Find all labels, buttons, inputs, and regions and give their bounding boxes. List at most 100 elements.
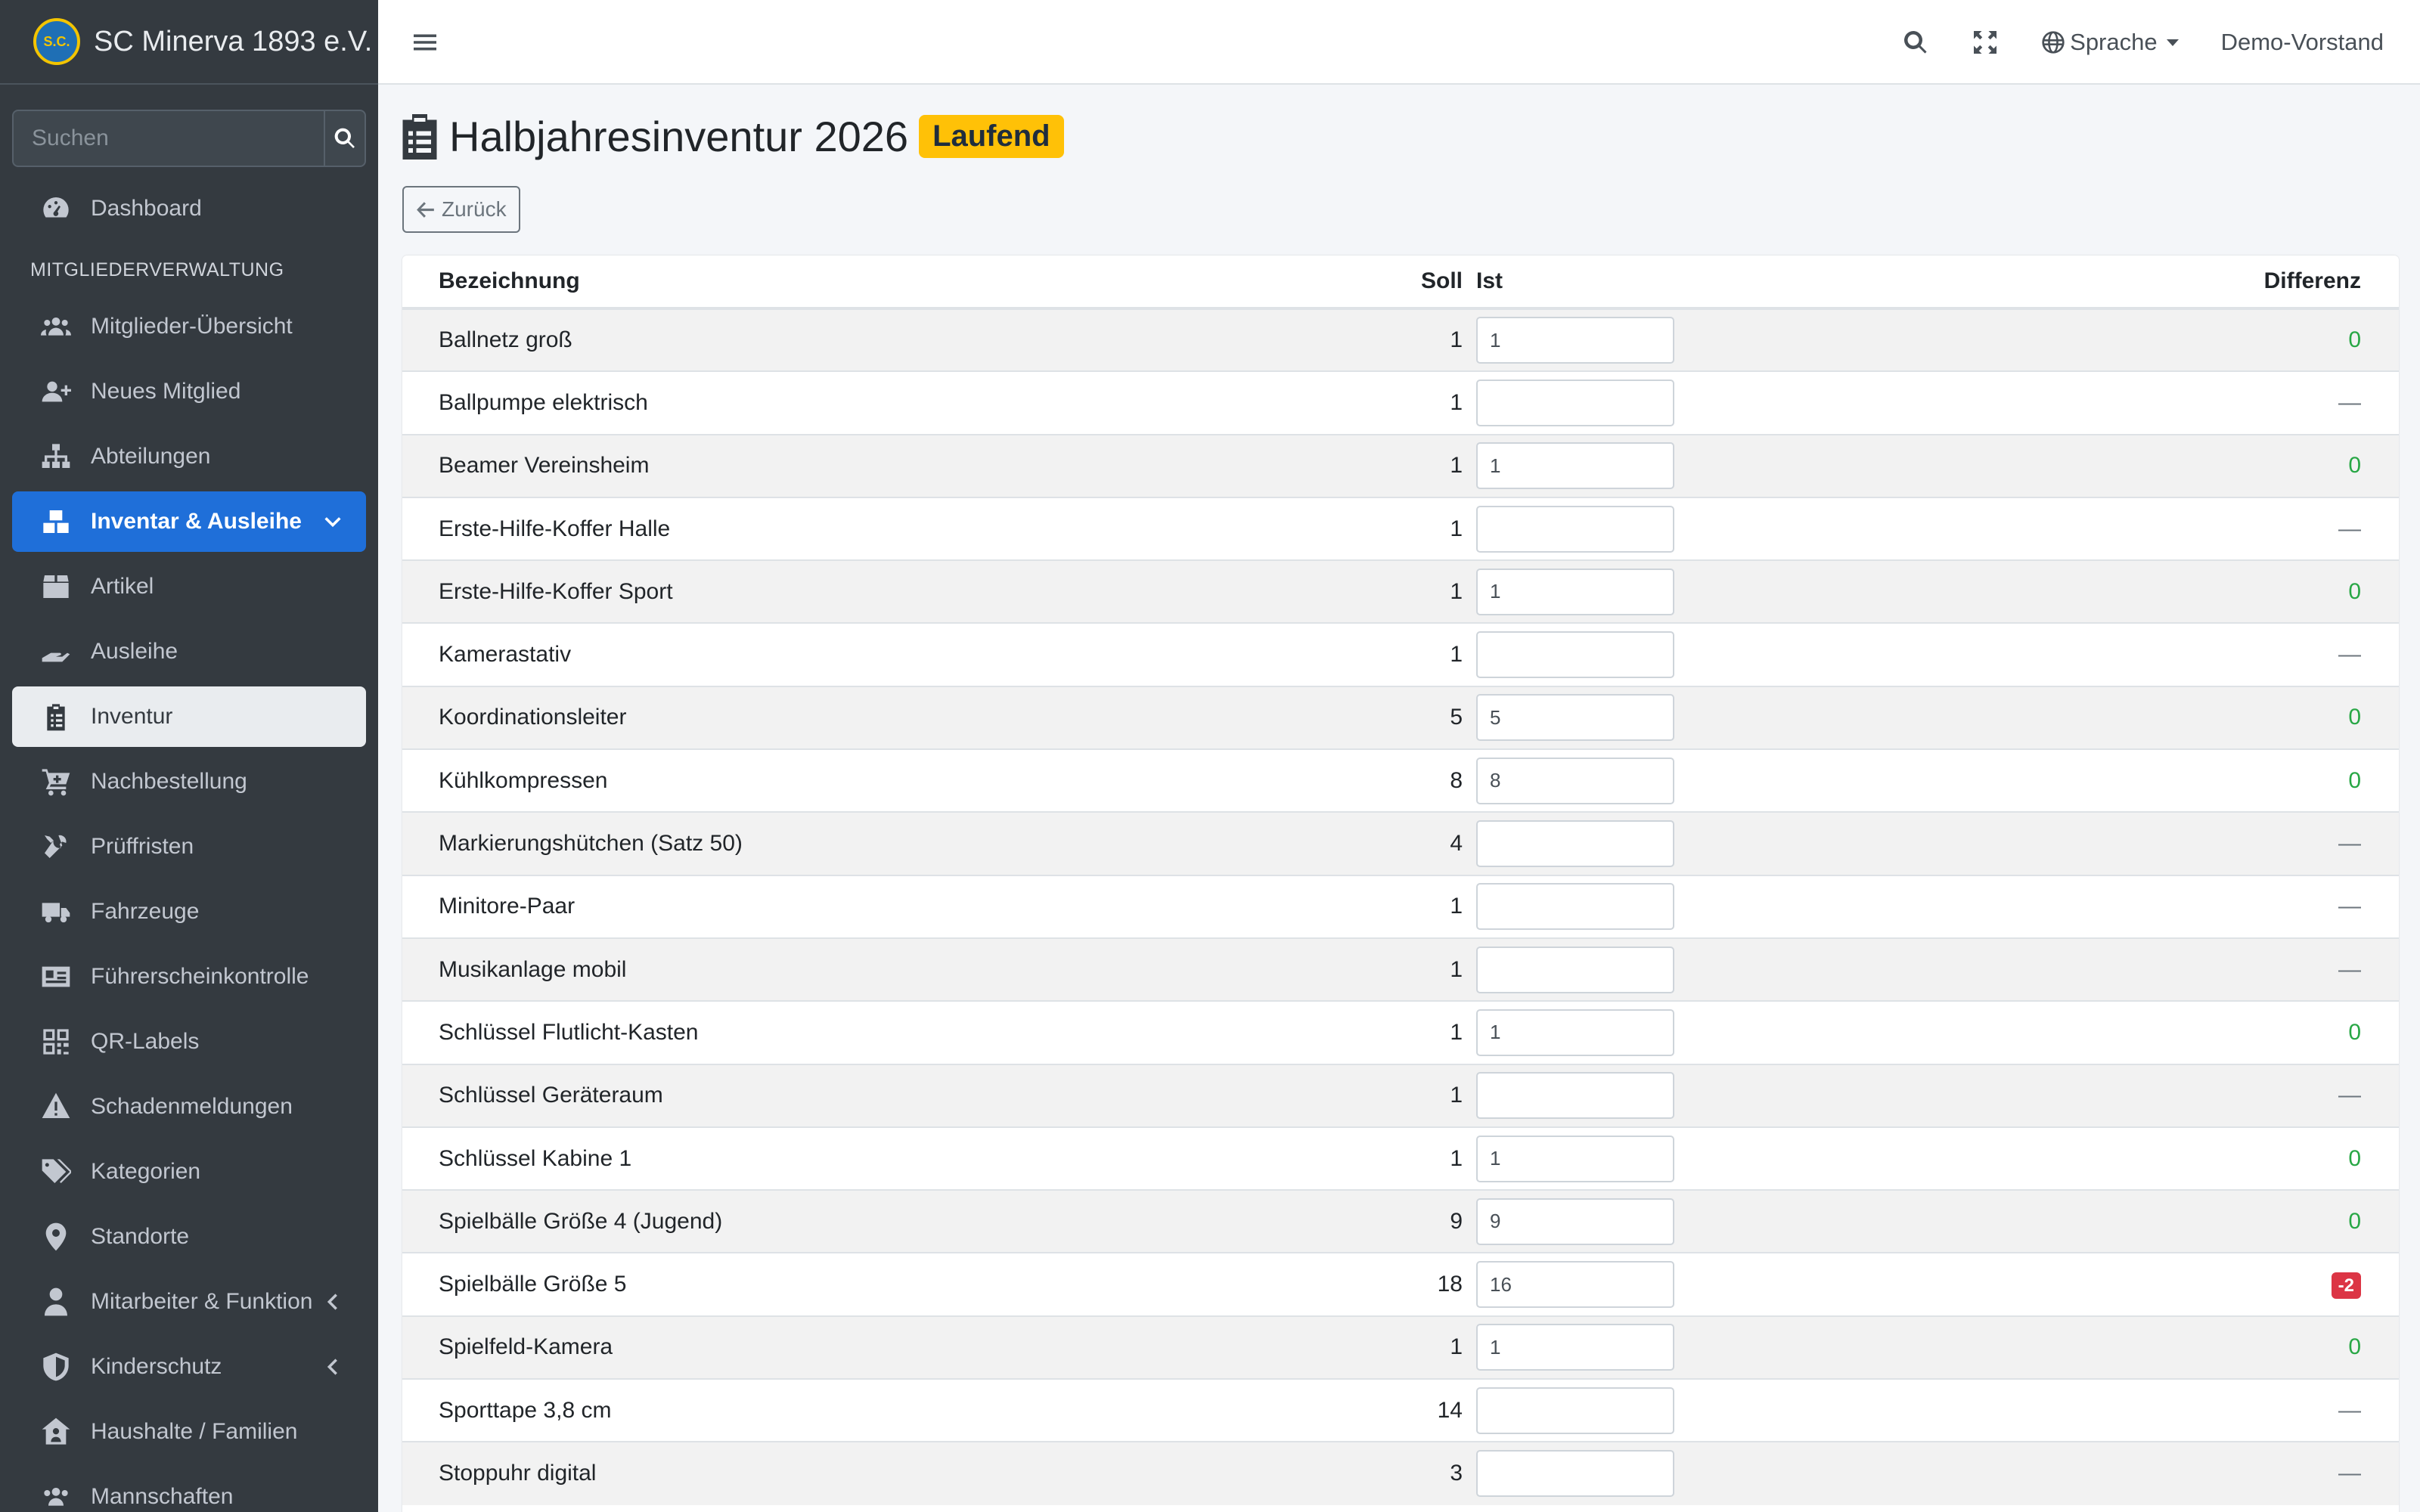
- item-ist-cell: [1476, 686, 2081, 749]
- ist-count-input[interactable]: [1476, 379, 1674, 426]
- fullscreen-icon[interactable]: [1972, 29, 1999, 56]
- item-ist-cell: [1476, 1442, 2081, 1504]
- table-row: Schlüssel Kabine 1 1 0: [402, 1126, 2399, 1190]
- ist-count-input[interactable]: [1476, 317, 1674, 364]
- sidebar-item-inventory-lending[interactable]: Inventar & Ausleihe: [12, 491, 366, 552]
- diff-empty: —: [2338, 956, 2361, 982]
- sidebar-item-vehicles[interactable]: Fahrzeuge: [12, 881, 366, 942]
- diff-empty: —: [2338, 894, 2361, 919]
- item-ist-cell: [1476, 560, 2081, 623]
- item-ist-cell: [1476, 1001, 2081, 1064]
- globe-icon: [2042, 31, 2065, 54]
- ist-count-input[interactable]: [1476, 1387, 1674, 1434]
- ist-count-input[interactable]: [1476, 1009, 1674, 1056]
- page-title-text: Halbjahresinventur 2026: [449, 113, 909, 160]
- menu-toggle-icon[interactable]: [411, 29, 439, 56]
- user-menu[interactable]: Demo-Vorstand: [2221, 29, 2384, 56]
- item-soll: 1: [1450, 1083, 1463, 1108]
- search-icon: [334, 128, 355, 148]
- sidebar-item-articles[interactable]: Artikel: [12, 556, 366, 617]
- diff-value: 0: [2348, 1334, 2361, 1360]
- ist-count-input[interactable]: [1476, 505, 1674, 553]
- table-row: Kamerastativ 1 —: [402, 623, 2399, 686]
- ist-count-input[interactable]: [1476, 1072, 1674, 1120]
- sidebar-search-input[interactable]: [12, 110, 324, 167]
- sidebar-item-child-protection[interactable]: Kinderschutz: [12, 1337, 366, 1397]
- sidebar-item-teams[interactable]: Mannschaften: [12, 1467, 366, 1512]
- sidebar-item-damage-reports[interactable]: Schadenmeldungen: [12, 1077, 366, 1137]
- diff-empty: —: [2338, 642, 2361, 668]
- item-ist-cell: [1476, 435, 2081, 497]
- ist-count-input[interactable]: [1476, 694, 1674, 742]
- ist-count-input[interactable]: [1476, 442, 1674, 490]
- item-soll: 1: [1450, 1019, 1463, 1045]
- sidebar-item-staff-functions[interactable]: Mitarbeiter & Funktion: [12, 1272, 366, 1332]
- item-name: Koordinationsleiter: [439, 705, 627, 730]
- sidebar-item-lending[interactable]: Ausleihe: [12, 621, 366, 682]
- item-diff-cell: —: [2081, 371, 2399, 434]
- sidebar-item-dashboard[interactable]: Dashboard: [12, 178, 366, 239]
- brand-link[interactable]: S.C. SC Minerva 1893 e.V.: [0, 0, 378, 85]
- table-row: Spielbälle Größe 4 (Jugend) 9 0: [402, 1190, 2399, 1253]
- ist-count-input[interactable]: [1476, 1135, 1674, 1182]
- item-ist-cell: [1476, 1379, 2081, 1442]
- sidebar-item-categories[interactable]: Kategorien: [12, 1142, 366, 1202]
- language-dropdown[interactable]: Sprache: [2041, 29, 2179, 56]
- sidebar-item-label: Kategorien: [91, 1159, 201, 1184]
- sidebar-item-license-check[interactable]: Führerscheinkontrolle: [12, 947, 366, 1007]
- sidebar-item-new-member[interactable]: Neues Mitglied: [12, 361, 366, 422]
- users-icon: [39, 1480, 73, 1512]
- sidebar-item-inventur[interactable]: Inventur: [12, 686, 366, 747]
- item-ist-cell: [1476, 812, 2081, 875]
- users-icon: [39, 310, 73, 343]
- table-row: Sporttape 3,8 cm 14 —: [402, 1379, 2399, 1442]
- diff-value: 0: [2348, 1208, 2361, 1234]
- search-icon[interactable]: [1902, 29, 1929, 56]
- item-diff-cell: 0: [2081, 308, 2399, 371]
- item-name: Spielbälle Größe 4 (Jugend): [439, 1208, 723, 1234]
- sidebar-search: [12, 110, 366, 167]
- sidebar-item-inspection-dates[interactable]: Prüffristen: [12, 816, 366, 877]
- diff-value: 0: [2348, 578, 2361, 604]
- sidebar-item-label: Schadenmeldungen: [91, 1094, 293, 1119]
- item-name: Erste-Hilfe-Koffer Sport: [439, 578, 673, 604]
- table-row: Beamer Vereinsheim 1 0: [402, 434, 2399, 497]
- table-row: Schlüssel Flutlicht-Kasten 1 0: [402, 1001, 2399, 1064]
- ist-count-input[interactable]: [1476, 1198, 1674, 1245]
- diff-empty: —: [2338, 389, 2361, 415]
- ist-count-input[interactable]: [1476, 1450, 1674, 1498]
- item-diff-cell: 0: [2081, 435, 2399, 497]
- ist-count-input[interactable]: [1476, 883, 1674, 931]
- item-diff-cell: 0: [2081, 1316, 2399, 1379]
- column-header-name: Bezeichnung: [402, 256, 1363, 310]
- language-label: Sprache: [2070, 29, 2158, 55]
- ist-count-input[interactable]: [1476, 946, 1674, 993]
- sidebar-item-departments[interactable]: Abteilungen: [12, 426, 366, 487]
- sidebar-item-reorder[interactable]: Nachbestellung: [12, 751, 366, 812]
- ist-count-input[interactable]: [1476, 820, 1674, 868]
- ist-count-input[interactable]: [1476, 631, 1674, 679]
- sidebar-item-members-overview[interactable]: Mitglieder-Übersicht: [12, 296, 366, 357]
- sidebar-item-qr-labels[interactable]: QR-Labels: [12, 1012, 366, 1072]
- back-button[interactable]: Zurück: [402, 186, 520, 233]
- sidebar-search-button[interactable]: [324, 110, 366, 167]
- sidebar-item-label: Nachbestellung: [91, 769, 247, 794]
- item-name: Schlüssel Geräteraum: [439, 1083, 663, 1108]
- item-soll: 1: [1450, 578, 1463, 604]
- ist-count-input[interactable]: [1476, 1261, 1674, 1309]
- ist-count-input[interactable]: [1476, 757, 1674, 804]
- clipboard-list-icon: [402, 113, 437, 160]
- ist-count-input[interactable]: [1476, 568, 1674, 615]
- sidebar-item-label: Kinderschutz: [91, 1354, 222, 1379]
- item-diff-cell: —: [2081, 812, 2399, 875]
- table-row: Markierungshütchen (Satz 50) 4 —: [402, 812, 2399, 875]
- sidebar-item-locations[interactable]: Standorte: [12, 1207, 366, 1267]
- sidebar-item-label: Standorte: [91, 1224, 190, 1249]
- chevron-left-icon: [322, 1291, 343, 1312]
- item-soll: 14: [1437, 1397, 1463, 1423]
- club-logo: S.C.: [33, 18, 80, 65]
- ist-count-input[interactable]: [1476, 1324, 1674, 1371]
- item-ist-cell: [1476, 1127, 2081, 1190]
- item-soll: 1: [1450, 389, 1463, 415]
- sidebar-item-households[interactable]: Haushalte / Familien: [12, 1402, 366, 1462]
